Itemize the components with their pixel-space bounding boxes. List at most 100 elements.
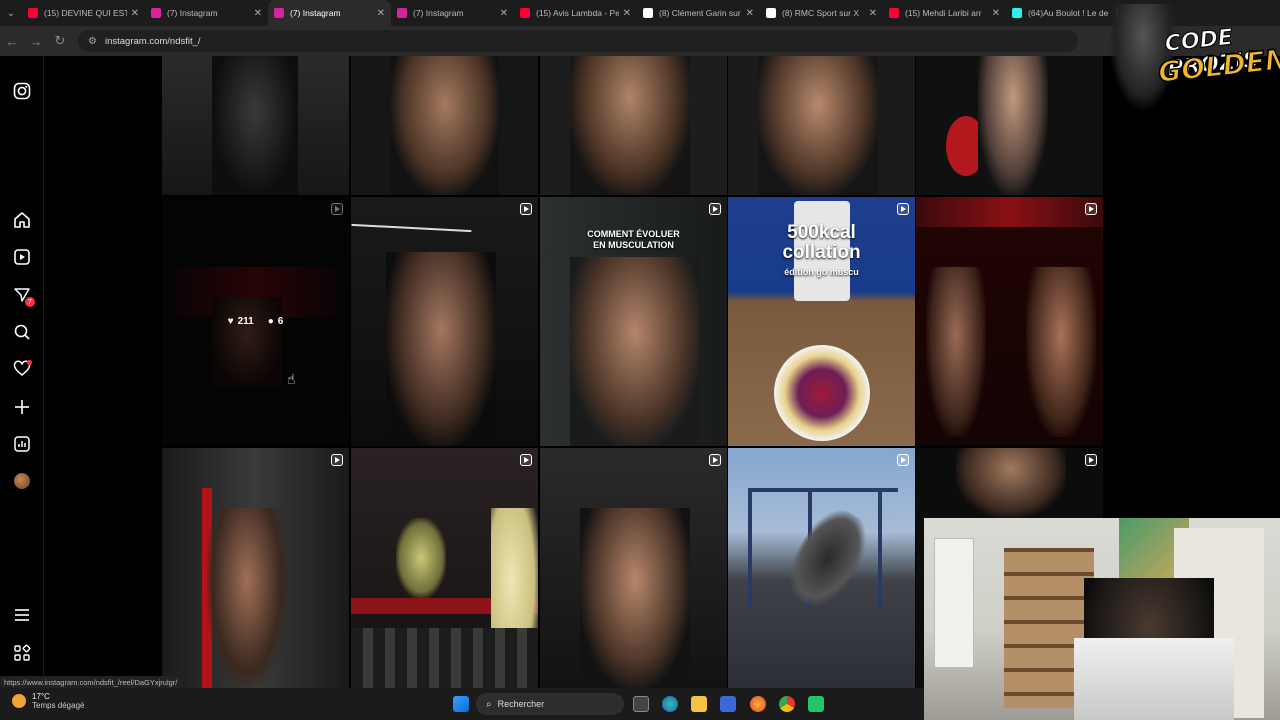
- reel-icon: [331, 454, 343, 466]
- post-caption: 500kcal: [787, 222, 856, 243]
- close-tab-icon[interactable]: ✕: [131, 8, 139, 19]
- file-explorer-icon[interactable]: [691, 696, 707, 712]
- youtube-icon: [520, 8, 530, 18]
- firefox-icon[interactable]: [750, 696, 766, 712]
- instagram-sidebar: 7: [0, 56, 44, 688]
- tab-title: (8) RMC Sport sur X: [782, 8, 859, 18]
- like-count-heart-icon: ♥: [227, 316, 234, 327]
- browser-tab[interactable]: (7) Instagram ✕: [145, 0, 268, 26]
- tab-title: (7) Instagram: [167, 8, 218, 18]
- post-thumbnail[interactable]: [728, 56, 915, 195]
- create-plus-icon[interactable]: [11, 396, 33, 418]
- browser-tab[interactable]: (8) Clément Garin sur ✕: [637, 0, 760, 26]
- close-tab-icon[interactable]: ✕: [254, 8, 262, 19]
- task-view-icon[interactable]: [633, 696, 649, 712]
- post-caption: collation: [782, 242, 861, 263]
- reels-icon[interactable]: [11, 246, 33, 268]
- instagram-icon: [274, 8, 284, 18]
- youtube-icon: [889, 8, 899, 18]
- browser-tab[interactable]: (15) Mehdi Laribi arr ✕: [883, 0, 1006, 26]
- weather-temperature: 17°C: [32, 692, 50, 701]
- edge-icon[interactable]: [662, 696, 678, 712]
- windows-start-icon[interactable]: [453, 696, 469, 712]
- messages-icon[interactable]: 7: [11, 284, 35, 307]
- reel-icon: [1085, 454, 1097, 466]
- hover-stats-overlay: ♥ 211 ● 6: [162, 197, 349, 446]
- tab-title: (15) Avis Lambda - Pe: [536, 8, 619, 18]
- close-tab-icon[interactable]: ✕: [869, 8, 877, 19]
- chrome-icon[interactable]: [779, 696, 795, 712]
- reel-icon: [897, 203, 909, 215]
- weather-widget[interactable]: 17°C Temps dégagé: [12, 692, 84, 710]
- forward-icon[interactable]: →: [24, 29, 48, 53]
- close-tab-icon[interactable]: ✕: [623, 8, 631, 19]
- reel-icon: [709, 454, 721, 466]
- reel-icon: [897, 454, 909, 466]
- post-thumbnail[interactable]: [728, 448, 915, 688]
- home-icon[interactable]: [11, 209, 33, 231]
- post-thumbnail[interactable]: 500kcal collation édition go muscu: [728, 197, 915, 446]
- tab-title: (8) Clément Garin sur: [659, 8, 741, 18]
- profile-avatar[interactable]: [11, 470, 33, 492]
- browser-tab[interactable]: (15) Avis Lambda - Pe ✕: [514, 0, 637, 26]
- youtube-icon: [28, 8, 38, 18]
- post-caption: COMMENT ÉVOLUER EN MUSCULATION: [587, 229, 680, 250]
- post-thumbnail[interactable]: COMMENT ÉVOLUER EN MUSCULATION: [540, 197, 727, 446]
- reload-icon[interactable]: ↻: [48, 29, 72, 53]
- close-tab-icon[interactable]: ✕: [500, 8, 508, 19]
- taskbar-search[interactable]: ⌕ Rechercher: [476, 693, 624, 715]
- webcam-feed: [924, 518, 1280, 720]
- post-thumbnail[interactable]: [351, 197, 538, 446]
- post-caption: édition go muscu: [784, 267, 859, 277]
- tab-search-chevron-icon[interactable]: ⌄: [0, 0, 22, 26]
- tab-title: (15) Mehdi Laribi arr: [905, 8, 982, 18]
- store-icon[interactable]: [720, 696, 736, 712]
- heart-icon[interactable]: [11, 358, 33, 380]
- url-field[interactable]: ⚙ instagram.com/ndsfit_/: [78, 30, 1078, 52]
- address-bar: ← → ↻ ⚙ instagram.com/ndsfit_/: [0, 26, 1280, 56]
- tab-title: (15) DEVINE QUI EST: [44, 8, 127, 18]
- tiktok-icon: [1012, 8, 1022, 18]
- back-icon[interactable]: ←: [0, 29, 24, 53]
- apps-icon[interactable]: [11, 642, 33, 664]
- reel-icon: [709, 203, 721, 215]
- post-thumbnail[interactable]: [540, 448, 727, 688]
- menu-icon[interactable]: [11, 604, 33, 626]
- weather-sun-icon: [12, 694, 26, 708]
- hand-cursor-icon: ☝: [287, 371, 296, 387]
- instagram-icon: [397, 8, 407, 18]
- reel-icon: [1085, 203, 1097, 215]
- site-info-icon[interactable]: ⚙: [88, 36, 97, 47]
- like-count: 211: [237, 316, 254, 327]
- post-thumbnail[interactable]: [540, 56, 727, 195]
- post-thumbnail[interactable]: [162, 56, 349, 195]
- status-link-preview: https://www.instagram.com/ndsfit_/reel/D…: [0, 676, 182, 688]
- search-icon: ⌕: [486, 698, 492, 710]
- browser-tab[interactable]: (7) Instagram ✕: [391, 0, 514, 26]
- activity-dot: [27, 360, 32, 365]
- close-tab-icon[interactable]: ✕: [992, 8, 1000, 19]
- post-thumbnail-hovered[interactable]: ♥ 211 ● 6: [162, 197, 349, 446]
- search-icon[interactable]: [11, 321, 33, 343]
- taskbar-search-label: Rechercher: [497, 699, 545, 709]
- post-thumbnail[interactable]: [351, 56, 538, 195]
- post-thumbnail[interactable]: [916, 56, 1103, 195]
- tab-title: (64)Au Boulot ! Le de: [1028, 8, 1109, 18]
- x-icon: [643, 8, 653, 18]
- instagram-logo-icon[interactable]: [11, 80, 33, 102]
- notifications-badge: 7: [25, 297, 35, 307]
- x-icon: [766, 8, 776, 18]
- reel-icon: [520, 203, 532, 215]
- tab-title: (7) Instagram: [290, 8, 341, 18]
- dashboard-icon[interactable]: [11, 433, 33, 455]
- close-tab-icon[interactable]: ✕: [746, 8, 754, 19]
- post-thumbnail[interactable]: [162, 448, 349, 688]
- post-thumbnail[interactable]: [916, 197, 1103, 446]
- browser-tab[interactable]: (8) RMC Sport sur X ✕: [760, 0, 883, 26]
- browser-tab[interactable]: (7) Instagram ✕: [268, 0, 391, 26]
- close-tab-icon[interactable]: ✕: [377, 8, 385, 19]
- browser-tab[interactable]: (15) DEVINE QUI EST ✕: [22, 0, 145, 26]
- app-icon[interactable]: [808, 696, 824, 712]
- post-thumbnail[interactable]: [351, 448, 538, 688]
- url-text: instagram.com/ndsfit_/: [104, 35, 201, 47]
